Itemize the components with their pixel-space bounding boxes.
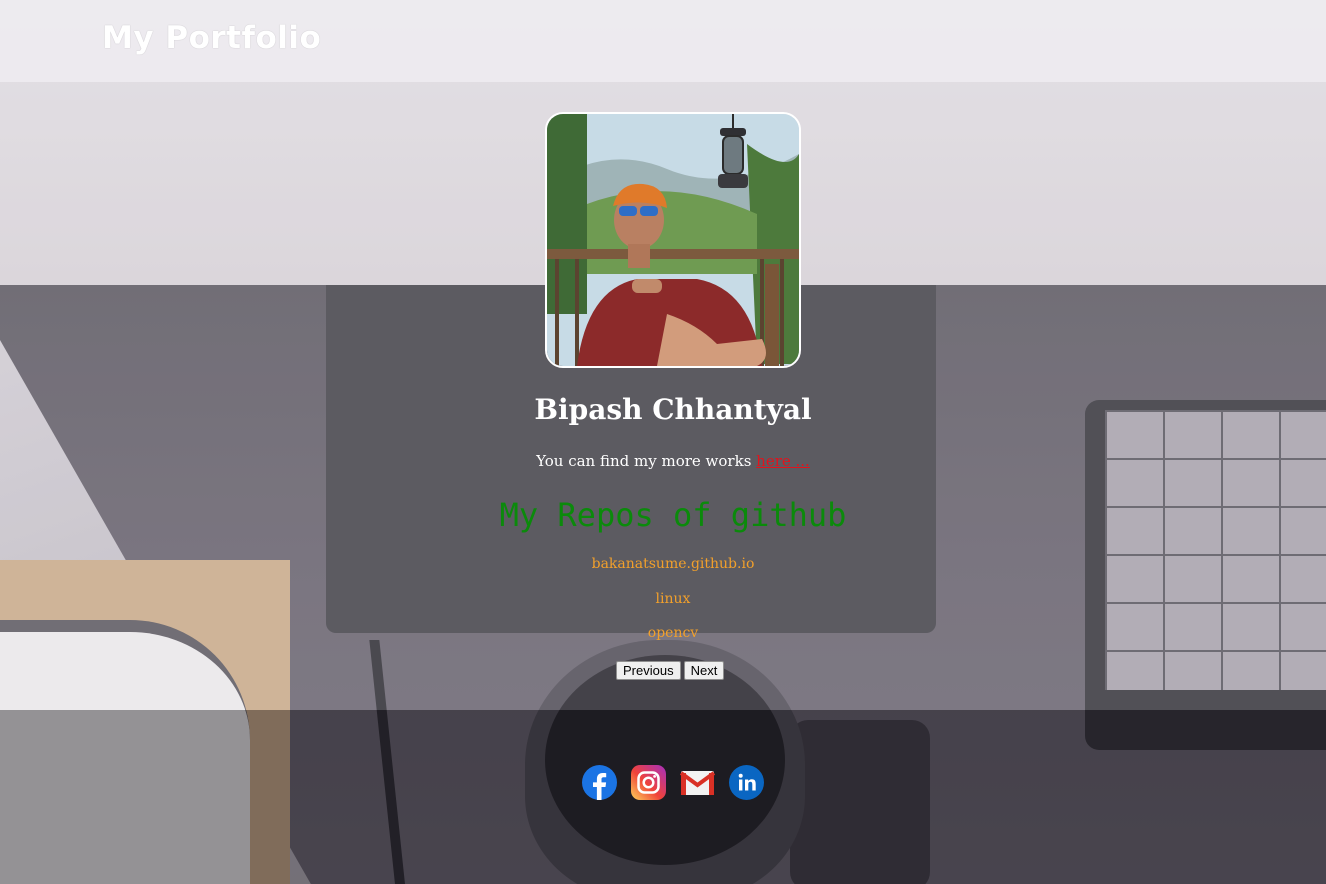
linkedin-icon[interactable] [729, 765, 764, 800]
gmail-icon[interactable] [680, 765, 715, 800]
previous-button[interactable]: Previous [616, 661, 681, 680]
repo-item-linux[interactable]: linux [0, 591, 1326, 626]
repos-heading: My Repos of github [499, 496, 847, 534]
next-button[interactable]: Next [683, 661, 725, 680]
intro-text: You can find my more works here ... [0, 452, 1326, 470]
profile-name: Bipash Chhantyal [534, 393, 812, 426]
facebook-icon[interactable] [582, 765, 617, 800]
repo-list: bakanatsume.github.io linux opencv [0, 556, 1326, 660]
repo-item-opencv[interactable]: opencv [0, 625, 1326, 660]
repo-pagination: Previous Next [616, 660, 727, 680]
site-header: My Portfolio [0, 0, 1326, 82]
intro-text-label: You can find my more works [536, 452, 757, 470]
site-title: My Portfolio [102, 20, 322, 56]
more-works-link[interactable]: here ... [756, 452, 810, 470]
repo-item-bakanatsume-github-io[interactable]: bakanatsume.github.io [0, 556, 1326, 591]
instagram-icon[interactable] [631, 765, 666, 800]
social-links [582, 765, 764, 800]
profile-photo [545, 112, 801, 368]
